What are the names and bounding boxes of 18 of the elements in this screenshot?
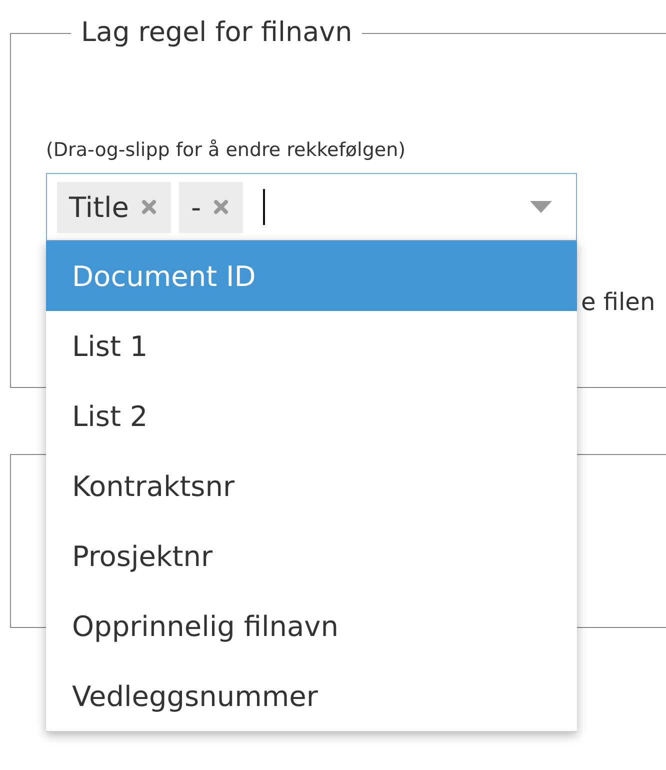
dropdown-option[interactable]: Prosjektnr	[46, 521, 577, 591]
dropdown-arrow-icon[interactable]	[530, 201, 552, 213]
text-cursor	[263, 189, 266, 225]
dropdown-option[interactable]: List 2	[46, 381, 577, 451]
dropdown-option[interactable]: Vedleggsnummer	[46, 661, 577, 731]
remove-icon[interactable]	[213, 199, 230, 215]
dropdown-option[interactable]: List 1	[46, 311, 577, 381]
panel-title: Lag regel for filnavn	[80, 20, 354, 46]
tag-select-field[interactable]: Title -	[46, 173, 577, 241]
dropdown-option[interactable]: Kontraktsnr	[46, 451, 577, 521]
hint-text: (Dra-og-slipp for å endre rekkefølgen)	[46, 139, 407, 161]
label-text: e filen	[581, 287, 656, 317]
dropdown-option[interactable]: Opprinnelig filnavn	[46, 591, 577, 661]
tag[interactable]: Title	[57, 182, 172, 232]
tag-label: Title	[69, 190, 130, 224]
tag-label: -	[191, 190, 202, 224]
remove-icon[interactable]	[141, 199, 158, 215]
tag[interactable]: -	[179, 182, 244, 232]
